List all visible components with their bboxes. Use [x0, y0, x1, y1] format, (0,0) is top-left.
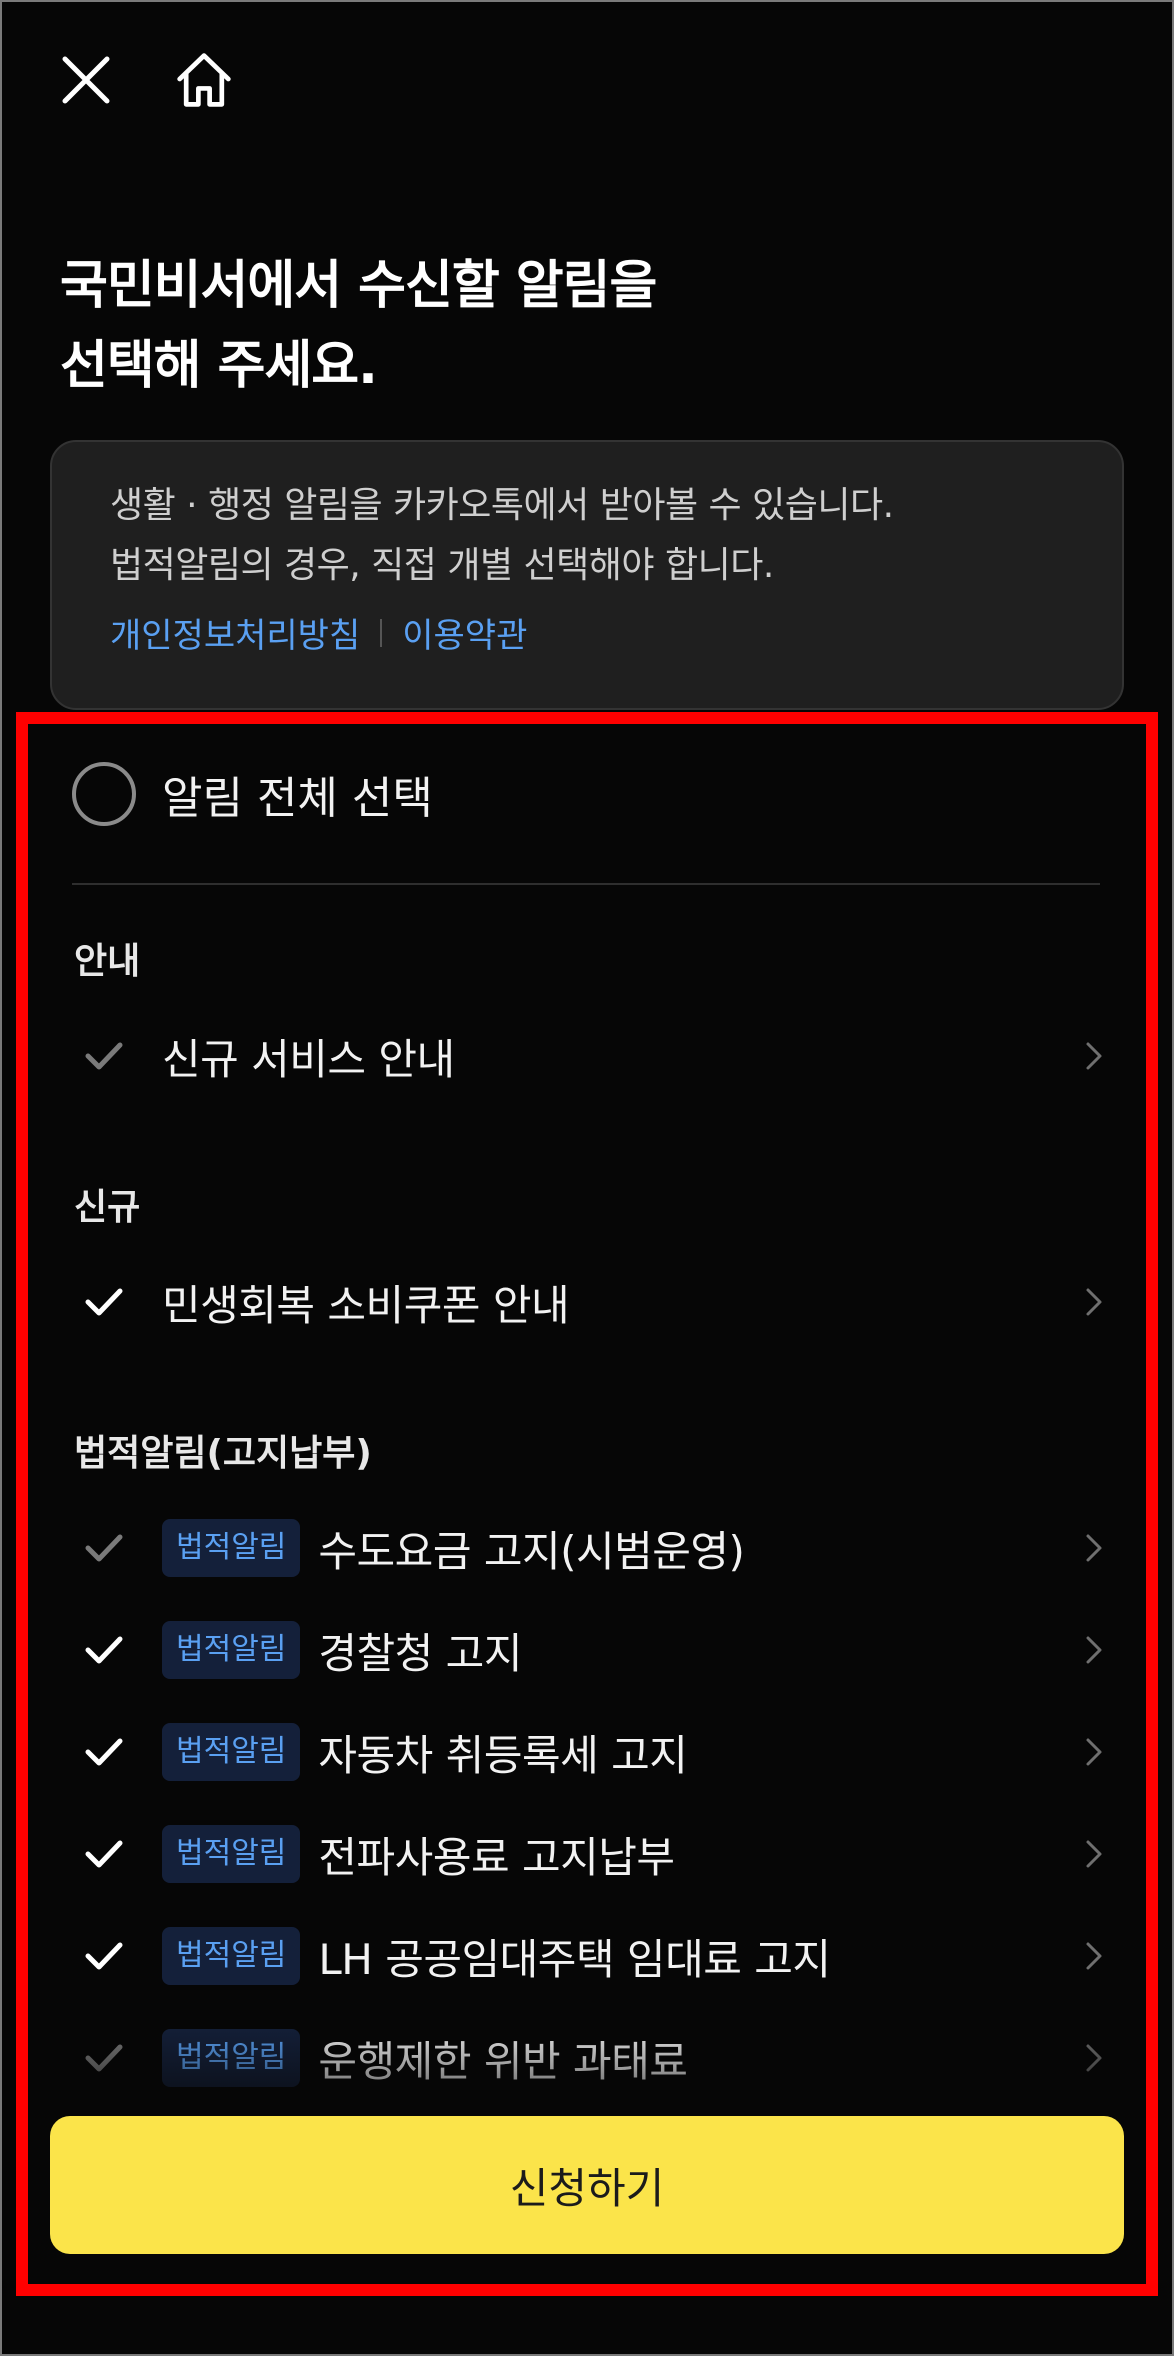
privacy-policy-link[interactable]: 개인정보처리방침	[110, 608, 360, 657]
check-icon	[72, 1270, 136, 1334]
list-item-label: 민생회복 소비쿠폰 안내	[162, 1280, 570, 1330]
check-icon	[72, 1720, 136, 1784]
apply-button[interactable]: 신청하기	[50, 2116, 1124, 2254]
list-item-water-bill[interactable]: 법적알림 수도요금 고지(시범운영)	[72, 1516, 1112, 1580]
chevron-right-icon	[1076, 1734, 1112, 1770]
list-item-traffic-violation-fine[interactable]: 법적알림 운행제한 위반 과태료	[72, 2026, 1112, 2090]
check-icon	[72, 1924, 136, 1988]
list-item-police-notice[interactable]: 법적알림 경찰청 고지	[72, 1618, 1112, 1682]
chevron-right-icon	[1076, 1530, 1112, 1566]
chevron-right-icon	[1076, 1938, 1112, 1974]
list-item-label: 전파사용료 고지납부	[318, 1832, 675, 1882]
page-title-line-2: 선택해 주세요.	[60, 336, 378, 396]
check-icon	[72, 1618, 136, 1682]
list-item-label: 신규 서비스 안내	[162, 1034, 455, 1084]
check-icon	[72, 1822, 136, 1886]
select-all-toggle[interactable]: 알림 전체 선택	[72, 762, 433, 826]
page-title: 국민비서에서 수신할 알림을 선택해 주세요.	[60, 246, 657, 406]
chevron-right-icon	[1076, 1836, 1112, 1872]
legal-notice-badge: 법적알림	[162, 1927, 301, 1985]
list-item-vehicle-tax[interactable]: 법적알림 자동차 취등록세 고지	[72, 1720, 1112, 1784]
close-icon[interactable]	[56, 50, 116, 110]
home-icon[interactable]	[174, 50, 234, 110]
select-all-label: 알림 전체 선택	[162, 773, 433, 824]
section-title-legal-notice: 법적알림(고지납부)	[74, 1433, 372, 1474]
list-item-label: 운행제한 위반 과태료	[318, 2036, 688, 2086]
terms-link[interactable]: 이용약관	[402, 608, 527, 657]
section-title-new: 신규	[74, 1187, 141, 1228]
legal-notice-badge: 법적알림	[162, 2029, 301, 2087]
legal-notice-badge: 법적알림	[162, 1723, 301, 1781]
chevron-right-icon	[1076, 1038, 1112, 1074]
list-item-label: LH 공공임대주택 임대료 고지	[318, 1934, 831, 1984]
list-item-lh-rent[interactable]: 법적알림 LH 공공임대주택 임대료 고지	[72, 1924, 1112, 1988]
list-item-label: 수도요금 고지(시범운영)	[318, 1526, 745, 1576]
legal-notice-badge: 법적알림	[162, 1825, 301, 1883]
top-navigation	[56, 48, 234, 112]
list-item-new-service-notice[interactable]: 신규 서비스 안내	[72, 1024, 1112, 1088]
legal-notice-badge: 법적알림	[162, 1519, 301, 1577]
list-item-radio-usage-fee[interactable]: 법적알림 전파사용료 고지납부	[72, 1822, 1112, 1886]
check-icon	[72, 1516, 136, 1580]
link-separator	[380, 618, 383, 647]
chevron-right-icon	[1076, 1284, 1112, 1320]
check-icon	[72, 1024, 136, 1088]
page-title-line-1: 국민비서에서 수신할 알림을	[60, 256, 657, 316]
list-item-label: 자동차 취등록세 고지	[318, 1730, 688, 1780]
list-item-consumption-coupon[interactable]: 민생회복 소비쿠폰 안내	[72, 1270, 1112, 1334]
divider	[72, 883, 1100, 885]
chevron-right-icon	[1076, 2040, 1112, 2076]
policy-links: 개인정보처리방침 이용약관	[110, 608, 1064, 657]
info-card: 생활 · 행정 알림을 카카오톡에서 받아볼 수 있습니다. 법적알림의 경우,…	[50, 440, 1124, 710]
chevron-right-icon	[1076, 1632, 1112, 1668]
legal-notice-badge: 법적알림	[162, 1621, 301, 1679]
info-text-line-1: 생활 · 행정 알림을 카카오톡에서 받아볼 수 있습니다.	[110, 485, 894, 526]
list-item-label: 경찰청 고지	[318, 1628, 522, 1678]
check-icon	[72, 2026, 136, 2090]
section-title-notice: 안내	[74, 941, 141, 982]
info-text-line-2: 법적알림의 경우, 직접 개별 선택해야 합니다.	[110, 545, 774, 586]
select-all-radio-icon	[72, 762, 136, 826]
